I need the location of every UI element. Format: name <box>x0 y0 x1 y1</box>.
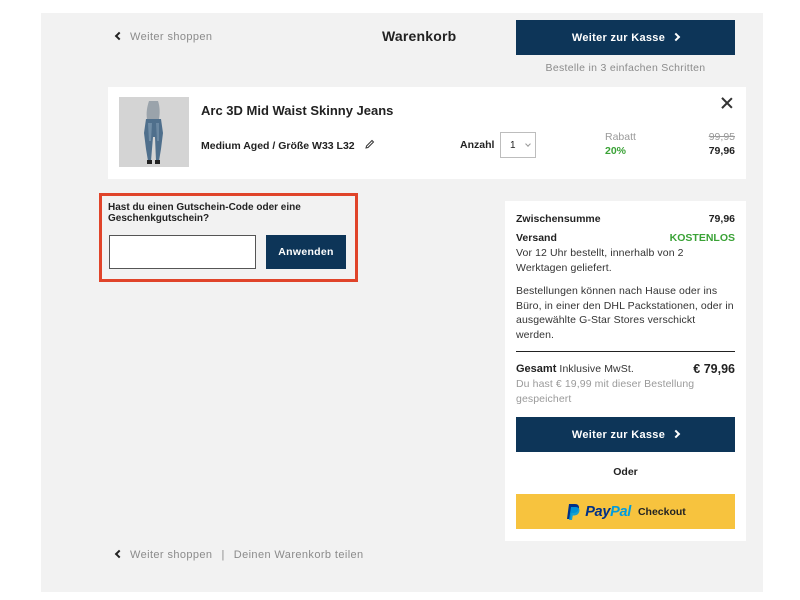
checkout-button-top[interactable]: Weiter zur Kasse <box>516 20 735 55</box>
edit-pencil-icon[interactable] <box>364 139 375 152</box>
shipping-note: Vor 12 Uhr bestellt, innerhalb von 2 Wer… <box>516 247 684 274</box>
original-price: 99,95 <box>708 131 735 143</box>
summary-divider <box>516 351 735 352</box>
discount-label: Rabatt <box>605 131 636 143</box>
sale-price: 79,96 <box>708 145 735 157</box>
savings-note: Du hast € 19,99 mit dieser Bestellung ge… <box>516 378 695 405</box>
voucher-code-input[interactable] <box>109 235 256 269</box>
apply-voucher-button[interactable]: Anwenden <box>266 235 346 269</box>
continue-shopping-label: Weiter shoppen <box>130 31 213 43</box>
order-summary: Zwischensumme 79,96 Versand KOSTENLOS Vo… <box>505 201 746 541</box>
paypal-checkout-button[interactable]: PayPal Checkout <box>516 494 735 529</box>
total-row: Gesamt Inklusive MwSt. € 79,96 <box>516 362 735 377</box>
subtotal-label: Zwischensumme <box>516 213 601 225</box>
paypal-wordmark: PayPal <box>585 503 631 520</box>
product-variant: Medium Aged / Größe W33 L32 <box>201 139 375 152</box>
checkout-button-summary[interactable]: Weiter zur Kasse <box>516 417 735 452</box>
product-image[interactable] <box>119 97 189 167</box>
delivery-note: Bestellungen können nach Hause oder ins … <box>516 285 734 341</box>
paypal-checkout-label: Checkout <box>637 505 686 518</box>
subtotal-value: 79,96 <box>708 213 735 225</box>
shipping-value: KOSTENLOS <box>669 232 735 244</box>
chevron-down-icon <box>525 141 531 147</box>
page-title: Warenkorb <box>382 28 457 44</box>
quantity-select[interactable]: 1 <box>500 132 536 158</box>
chevron-left-icon <box>114 549 124 559</box>
or-separator-label: Oder <box>613 466 638 478</box>
shipping-label: Versand <box>516 232 557 244</box>
total-value: € 79,96 <box>693 362 735 376</box>
checkout-steps-note: Bestelle in 3 einfachen Schritten <box>545 62 706 74</box>
share-cart-link[interactable]: Deinen Warenkorb teilen <box>234 549 364 561</box>
quantity-label: Anzahl <box>460 139 495 151</box>
footer-links: Weiter shoppen | Deinen Warenkorb teilen <box>114 549 364 561</box>
checkout-button-label: Weiter zur Kasse <box>571 428 666 441</box>
chevron-left-icon <box>114 31 124 41</box>
chevron-right-icon <box>671 32 681 41</box>
remove-item-close-icon[interactable] <box>721 97 733 109</box>
chevron-right-icon <box>671 429 681 438</box>
subtotal-row: Zwischensumme 79,96 <box>516 213 735 225</box>
total-vat-note: Inklusive MwSt. <box>559 363 634 375</box>
shipping-row: Versand KOSTENLOS <box>516 232 735 244</box>
continue-shopping-link-bottom[interactable]: Weiter shoppen <box>130 549 212 561</box>
checkout-button-label: Weiter zur Kasse <box>571 31 666 44</box>
quantity-value: 1 <box>510 139 516 151</box>
voucher-title: Hast du einen Gutschein-Code oder eine G… <box>108 202 301 224</box>
footer-separator: | <box>221 549 225 561</box>
cart-item: Arc 3D Mid Waist Skinny Jeans Medium Age… <box>108 87 746 179</box>
total-label: Gesamt <box>516 363 557 375</box>
paypal-logo-icon <box>567 503 580 520</box>
product-variant-label: Medium Aged / Größe W33 L32 <box>201 139 355 152</box>
discount-value: 20% <box>605 145 627 157</box>
product-name[interactable]: Arc 3D Mid Waist Skinny Jeans <box>201 103 393 118</box>
continue-shopping-link[interactable]: Weiter shoppen <box>114 31 213 43</box>
